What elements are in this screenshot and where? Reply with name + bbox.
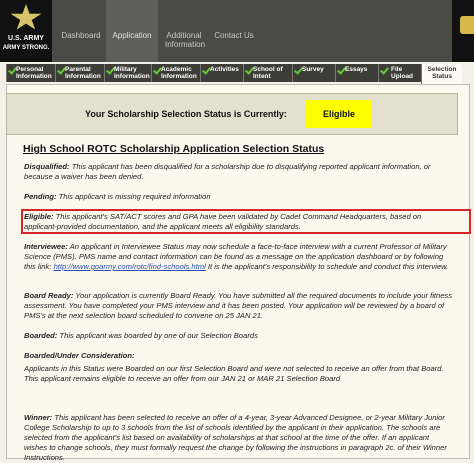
tab-label: Survey bbox=[302, 66, 324, 73]
nav-application[interactable]: Application bbox=[106, 0, 158, 62]
tab-parental-information[interactable]: Parental Information bbox=[55, 64, 104, 82]
nav-additional-information-label: Additional Information bbox=[165, 31, 206, 49]
tab-personal-information[interactable]: Personal Information bbox=[6, 64, 55, 82]
tab-label: Essays bbox=[345, 66, 368, 73]
logo-line2: ARMY STRONG. bbox=[2, 45, 50, 51]
text-interviewee-2: It is the applicant's responsibility to … bbox=[207, 262, 449, 271]
text-winner: This applicant has been selected to rece… bbox=[24, 413, 447, 462]
tab-activities[interactable]: Activities bbox=[200, 64, 243, 82]
tab-label: Military Information bbox=[114, 66, 150, 80]
status-definition-boarded: Boarded: This applicant was boarded by o… bbox=[24, 331, 454, 341]
text-board-ready: Your application is currently Board Read… bbox=[24, 291, 453, 320]
checkmark-icon bbox=[380, 65, 389, 75]
tab-label: Parental Information bbox=[65, 66, 101, 80]
status-definition-pending: Pending: This applicant is missing requi… bbox=[24, 192, 454, 202]
term-board-ready: Board Ready: bbox=[24, 291, 74, 300]
tab-military-information[interactable]: Military Information bbox=[104, 64, 151, 82]
status-definition-interviewee: Interviewee: An applicant in Interviewee… bbox=[24, 242, 454, 272]
tab-label: Academic Information bbox=[161, 66, 197, 80]
tab-selection-status[interactable]: Selection Status bbox=[421, 64, 462, 84]
tab-academic-information[interactable]: Academic Information bbox=[151, 64, 200, 82]
term-eligible: Eligible: bbox=[24, 212, 54, 221]
find-schools-link[interactable]: http://www.goarmy.com/rotc/find-schools.… bbox=[54, 262, 206, 271]
tab-label: Personal Information bbox=[16, 66, 52, 80]
status-definition-winner: Winner: This applicant has been selected… bbox=[24, 413, 454, 463]
page-title: High School ROTC Scholarship Application… bbox=[23, 143, 325, 155]
tab-essays[interactable]: Essays bbox=[335, 64, 378, 82]
army-logo[interactable]: U.S. ARMY ARMY STRONG. bbox=[0, 0, 52, 62]
text-boarded: This applicant was boarded by one of our… bbox=[59, 331, 258, 340]
top-navigation-bar: U.S. ARMY ARMY STRONG. Dashboard Applica… bbox=[0, 0, 474, 62]
application-tabs: Personal Information Parental Informatio… bbox=[6, 64, 462, 84]
term-winner: Winner: bbox=[24, 413, 53, 422]
tab-label: Activities bbox=[210, 66, 239, 73]
nav-dashboard[interactable]: Dashboard bbox=[57, 0, 105, 62]
logo-line1: U.S. ARMY bbox=[8, 35, 44, 42]
term-pending: Pending: bbox=[24, 192, 57, 201]
status-definition-boarded-under-consideration: Boarded/Under Consideration: bbox=[24, 351, 454, 361]
status-banner: Your Scholarship Selection Status is Cur… bbox=[6, 93, 458, 135]
status-label: Your Scholarship Selection Status is Cur… bbox=[85, 109, 287, 119]
text-boarded-under-consideration: Applicants in this Status were Boarded o… bbox=[24, 364, 444, 383]
tab-label: School of Intent bbox=[253, 66, 283, 80]
status-definition-eligible: Eligible: This applicant's SAT/ACT score… bbox=[24, 212, 454, 232]
text-eligible: This applicant's SAT/ACT scores and GPA … bbox=[24, 212, 422, 231]
term-boarded-under-consideration: Boarded/Under Consideration: bbox=[24, 351, 135, 360]
nav-contact-us-label: Contact Us bbox=[214, 31, 254, 40]
term-interviewee: Interviewee: bbox=[24, 242, 68, 251]
text-pending: This applicant is missing required infor… bbox=[58, 192, 211, 201]
rotc-emblem-icon bbox=[460, 16, 474, 34]
nav-application-label: Application bbox=[112, 31, 152, 40]
nav-additional-information[interactable]: Additional Information bbox=[159, 0, 209, 62]
tab-survey[interactable]: Survey bbox=[292, 64, 335, 82]
rotc-badge bbox=[452, 0, 474, 62]
status-definition-disqualified: Disqualified: This applicant has been di… bbox=[24, 162, 454, 182]
tab-file-upload[interactable]: File Upload bbox=[378, 64, 421, 82]
army-star-icon bbox=[10, 4, 42, 30]
term-disqualified: Disqualified: bbox=[24, 162, 70, 171]
tab-label: File Upload bbox=[391, 66, 414, 80]
tab-label: Selection Status bbox=[427, 66, 457, 80]
text-boarded-under-consideration-block: Applicants in this Status were Boarded o… bbox=[24, 364, 454, 384]
status-definition-board-ready: Board Ready: Your application is current… bbox=[24, 291, 454, 321]
text-disqualified: This applicant has been disqualified for… bbox=[24, 162, 431, 181]
term-boarded: Boarded: bbox=[24, 331, 58, 340]
status-badge: Eligible bbox=[306, 100, 372, 128]
nav-dashboard-label: Dashboard bbox=[61, 31, 101, 40]
tab-school-of-intent[interactable]: School of Intent bbox=[243, 64, 292, 82]
nav-contact-us[interactable]: Contact Us bbox=[210, 0, 258, 62]
